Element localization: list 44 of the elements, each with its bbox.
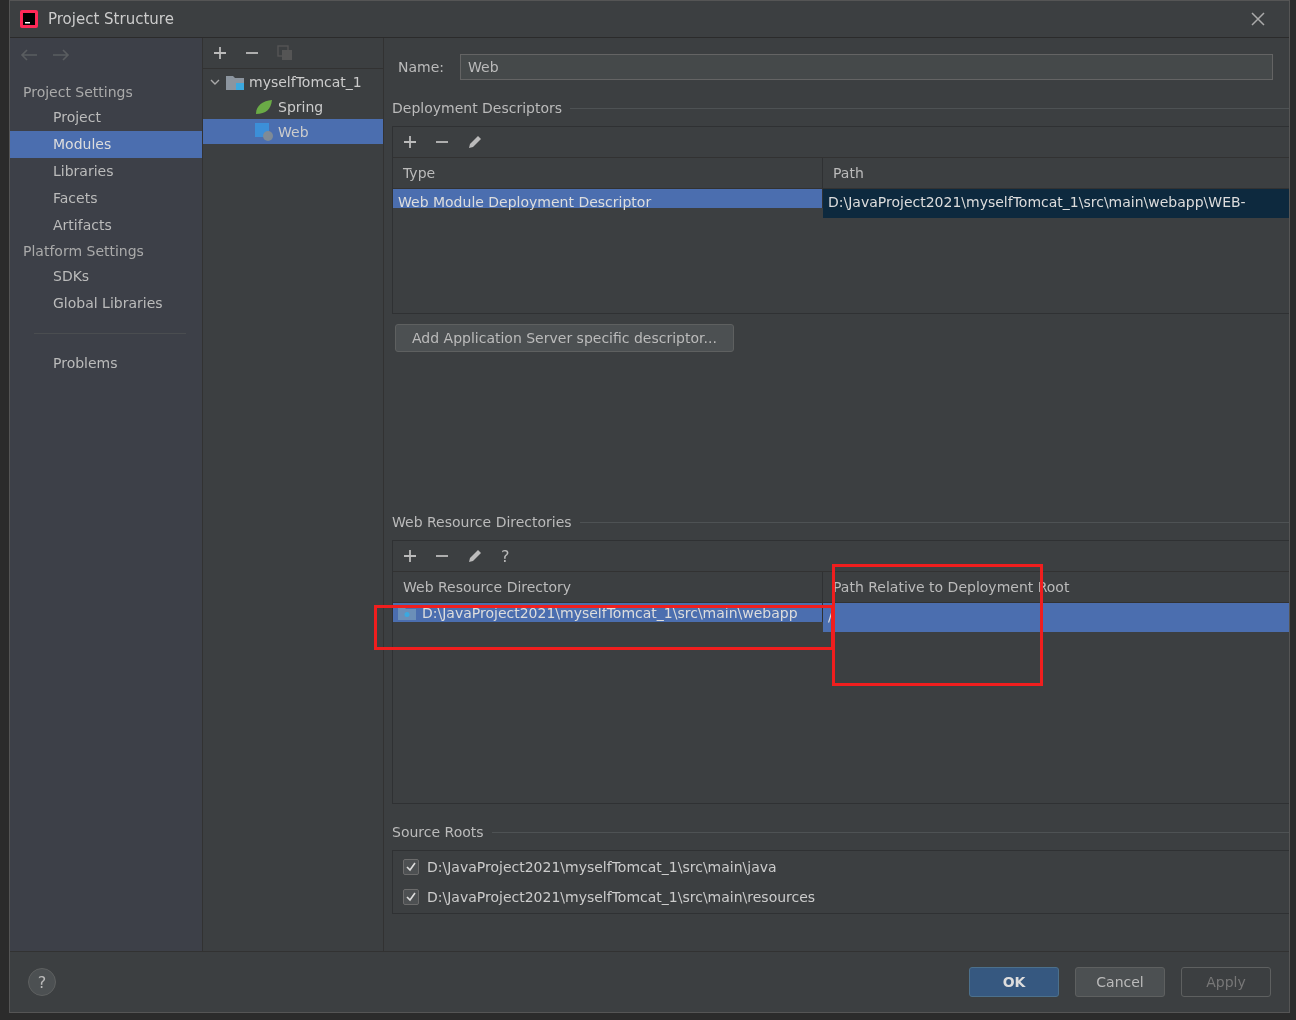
ok-button[interactable]: OK [969,967,1059,997]
name-label: Name: [398,59,445,75]
sidebar-item[interactable]: Facets [10,185,202,212]
section-heading: Platform Settings [22,242,145,261]
table-cell: D:\JavaProject2021\myselfTomcat_1\src\main\webapp\WEB- [823,189,1289,218]
sidebar-item[interactable]: Libraries [10,158,202,185]
app-logo-icon [20,10,38,28]
sidebar-item[interactable]: Global Libraries [10,290,202,317]
add-icon[interactable] [213,46,227,60]
sidebar-item[interactable]: SDKs [10,263,202,290]
column-header[interactable]: Path [823,158,1289,188]
sidebar-item[interactable]: Artifacts [10,212,202,239]
window-title: Project Structure [48,10,174,28]
leaf-icon [255,98,273,115]
sidebar-item[interactable]: Modules [10,131,202,158]
close-icon[interactable] [1251,12,1265,26]
checkbox[interactable] [403,859,419,875]
source-root-path: D:\JavaProject2021\myselfTomcat_1\src\main\resources [427,889,816,905]
section-heading: Project Settings [22,83,134,102]
help-button[interactable]: ? [501,546,510,566]
sidebar-item[interactable]: Project [10,104,202,131]
help-button[interactable]: ? [28,968,56,996]
add-icon[interactable] [403,549,417,563]
section-heading: Deployment Descriptors [392,100,563,116]
edit-icon[interactable] [467,548,483,564]
folder-icon [226,73,244,90]
dialog-button[interactable]: Cancel [1075,967,1165,997]
web-module-icon [255,122,273,141]
edit-icon[interactable] [467,134,483,150]
section-heading: Source Roots [392,824,484,840]
source-root-path: D:\JavaProject2021\myselfTomcat_1\src\main\java [427,859,777,875]
add-icon[interactable] [403,135,417,149]
table-cell: D:\JavaProject2021\myselfTomcat_1\src\main\webapp [422,604,798,621]
table-cell: Web Module Deployment Descriptor [393,189,823,208]
add-descriptor-button[interactable]: Add Application Server specific descriptor... [395,324,734,352]
tree-item[interactable]: Spring [203,94,383,119]
tree-item[interactable]: Web [203,119,383,144]
tree-item[interactable]: myselfTomcat_1 [203,69,383,94]
column-header[interactable]: Type [393,158,823,188]
column-header[interactable]: Web Resource Directory [393,572,823,602]
sidebar-item[interactable]: Problems [10,350,202,377]
checkbox[interactable] [403,889,419,905]
section-heading: Web Resource Directories [392,514,572,530]
name-field[interactable]: Web [460,54,1273,80]
